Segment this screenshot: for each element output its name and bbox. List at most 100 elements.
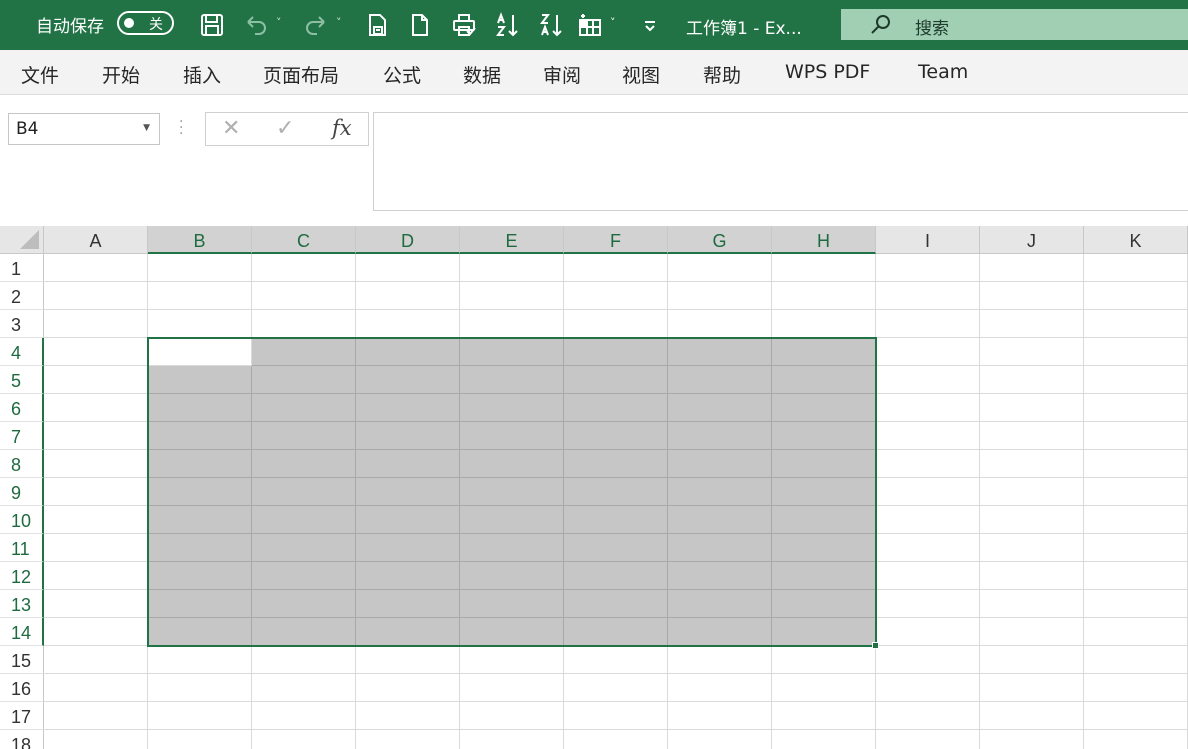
cell-c6[interactable] xyxy=(252,394,356,422)
cell-i11[interactable] xyxy=(876,534,980,562)
cell-a14[interactable] xyxy=(44,618,148,646)
cell-h10[interactable] xyxy=(772,506,876,534)
cell-g16[interactable] xyxy=(668,674,772,702)
cell-k8[interactable] xyxy=(1084,450,1188,478)
cell-k12[interactable] xyxy=(1084,562,1188,590)
cell-j11[interactable] xyxy=(980,534,1084,562)
cell-h14[interactable] xyxy=(772,618,876,646)
tab-home[interactable]: 开始 xyxy=(102,61,140,88)
cell-g3[interactable] xyxy=(668,310,772,338)
row-header-5[interactable]: 5 xyxy=(0,366,44,394)
customize-toolbar-icon[interactable] xyxy=(636,11,664,39)
cell-d6[interactable] xyxy=(356,394,460,422)
cell-g1[interactable] xyxy=(668,254,772,282)
new-document-icon[interactable] xyxy=(406,11,434,39)
cell-h12[interactable] xyxy=(772,562,876,590)
cell-f7[interactable] xyxy=(564,422,668,450)
cell-j15[interactable] xyxy=(980,646,1084,674)
cell-f12[interactable] xyxy=(564,562,668,590)
cell-e17[interactable] xyxy=(460,702,564,730)
cell-c14[interactable] xyxy=(252,618,356,646)
cell-d13[interactable] xyxy=(356,590,460,618)
cell-k3[interactable] xyxy=(1084,310,1188,338)
cell-b1[interactable] xyxy=(148,254,252,282)
name-box[interactable]: B4 ▼ xyxy=(8,113,160,145)
cell-i18[interactable] xyxy=(876,730,980,749)
redo-icon[interactable] xyxy=(302,11,330,39)
cell-b14[interactable] xyxy=(148,618,252,646)
name-box-dropdown-icon[interactable]: ▼ xyxy=(143,123,150,133)
cell-c13[interactable] xyxy=(252,590,356,618)
cell-e11[interactable] xyxy=(460,534,564,562)
save-icon[interactable] xyxy=(198,11,226,39)
column-header-c[interactable]: C xyxy=(252,226,356,254)
tab-wps-pdf[interactable]: WPS PDF xyxy=(785,61,870,83)
formula-input[interactable] xyxy=(373,112,1188,211)
cell-c10[interactable] xyxy=(252,506,356,534)
cell-d17[interactable] xyxy=(356,702,460,730)
column-header-h[interactable]: H xyxy=(772,226,876,254)
cell-j14[interactable] xyxy=(980,618,1084,646)
cell-h4[interactable] xyxy=(772,338,876,366)
cell-i16[interactable] xyxy=(876,674,980,702)
cell-a11[interactable] xyxy=(44,534,148,562)
quick-print-icon[interactable] xyxy=(450,11,478,39)
cell-c16[interactable] xyxy=(252,674,356,702)
cell-f6[interactable] xyxy=(564,394,668,422)
cell-h3[interactable] xyxy=(772,310,876,338)
cell-k17[interactable] xyxy=(1084,702,1188,730)
cell-a16[interactable] xyxy=(44,674,148,702)
redo-dropdown-icon[interactable]: ˅ xyxy=(336,16,342,29)
insert-function-icon[interactable]: fx xyxy=(332,116,352,140)
cell-d11[interactable] xyxy=(356,534,460,562)
cell-b4[interactable] xyxy=(148,338,252,366)
cell-k18[interactable] xyxy=(1084,730,1188,749)
cell-d5[interactable] xyxy=(356,366,460,394)
cell-c12[interactable] xyxy=(252,562,356,590)
cell-c3[interactable] xyxy=(252,310,356,338)
cell-e16[interactable] xyxy=(460,674,564,702)
cell-b16[interactable] xyxy=(148,674,252,702)
sort-ascending-icon[interactable] xyxy=(494,11,522,39)
cell-h13[interactable] xyxy=(772,590,876,618)
cell-j6[interactable] xyxy=(980,394,1084,422)
cell-j9[interactable] xyxy=(980,478,1084,506)
cell-g17[interactable] xyxy=(668,702,772,730)
cell-f4[interactable] xyxy=(564,338,668,366)
cell-b11[interactable] xyxy=(148,534,252,562)
cell-a18[interactable] xyxy=(44,730,148,749)
cell-d3[interactable] xyxy=(356,310,460,338)
tab-help[interactable]: 帮助 xyxy=(703,61,741,88)
cell-d1[interactable] xyxy=(356,254,460,282)
column-header-e[interactable]: E xyxy=(460,226,564,254)
undo-dropdown-icon[interactable]: ˅ xyxy=(276,16,282,29)
cell-g8[interactable] xyxy=(668,450,772,478)
cell-f16[interactable] xyxy=(564,674,668,702)
cell-c15[interactable] xyxy=(252,646,356,674)
cell-b2[interactable] xyxy=(148,282,252,310)
cell-j1[interactable] xyxy=(980,254,1084,282)
cell-b7[interactable] xyxy=(148,422,252,450)
cell-h15[interactable] xyxy=(772,646,876,674)
cell-b8[interactable] xyxy=(148,450,252,478)
cell-a5[interactable] xyxy=(44,366,148,394)
cell-a6[interactable] xyxy=(44,394,148,422)
cell-h16[interactable] xyxy=(772,674,876,702)
cell-b15[interactable] xyxy=(148,646,252,674)
cell-i17[interactable] xyxy=(876,702,980,730)
row-header-10[interactable]: 10 xyxy=(0,506,44,534)
cell-h18[interactable] xyxy=(772,730,876,749)
cell-g5[interactable] xyxy=(668,366,772,394)
cell-b17[interactable] xyxy=(148,702,252,730)
cell-j2[interactable] xyxy=(980,282,1084,310)
cell-f9[interactable] xyxy=(564,478,668,506)
cell-f8[interactable] xyxy=(564,450,668,478)
cell-b3[interactable] xyxy=(148,310,252,338)
cell-d12[interactable] xyxy=(356,562,460,590)
cell-g12[interactable] xyxy=(668,562,772,590)
cell-i4[interactable] xyxy=(876,338,980,366)
cell-k11[interactable] xyxy=(1084,534,1188,562)
row-header-2[interactable]: 2 xyxy=(0,282,44,310)
cell-e2[interactable] xyxy=(460,282,564,310)
cell-c11[interactable] xyxy=(252,534,356,562)
